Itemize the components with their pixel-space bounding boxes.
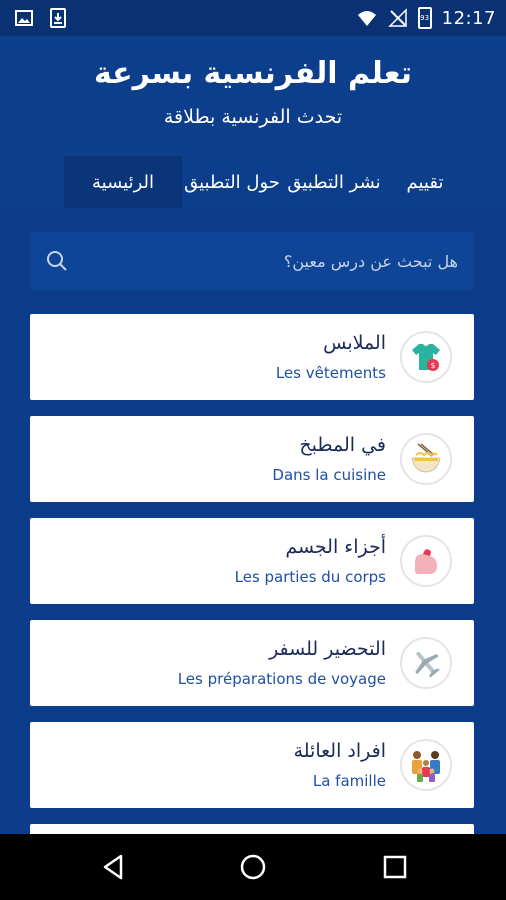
tab-bar: الرئيسية حول التطبيق نشر التطبيق تقييم [64, 156, 472, 208]
lesson-title-arabic: أجزاء الجسم [285, 536, 386, 558]
recents-icon[interactable] [380, 852, 410, 882]
app-subtitle: تحدث الفرنسية بطلاقة [163, 106, 343, 128]
lesson-title-french: Les parties du corps [234, 568, 386, 586]
svg-text:$: $ [430, 361, 435, 370]
search-bar[interactable] [30, 232, 474, 290]
lesson-card-family[interactable]: افراد العائلة La famille [30, 722, 474, 808]
airplane-icon [400, 637, 452, 689]
clothes-icon: $ [400, 331, 452, 383]
clock: 12:17 [441, 7, 496, 29]
wifi-icon [357, 11, 376, 26]
lesson-card-clothes[interactable]: $ الملابس Les vêtements [30, 314, 474, 400]
image-icon [15, 10, 33, 26]
status-bar: 93 12:17 [0, 0, 506, 36]
tab-home[interactable]: الرئيسية [64, 156, 182, 208]
back-icon[interactable] [99, 852, 129, 882]
lesson-card-kitchen[interactable]: في المطبخ Dans la cuisine [30, 416, 474, 502]
battery-icon: 93 [417, 7, 432, 29]
lesson-title-french: Les vêtements [275, 364, 386, 382]
lesson-title-arabic: افراد العائلة [293, 740, 386, 762]
lesson-title-arabic: الملابس [323, 332, 386, 354]
noodle-bowl-icon [400, 433, 452, 485]
lesson-card-partial[interactable] [30, 824, 474, 834]
lesson-title-french: Dans la cuisine [272, 466, 386, 484]
lesson-card-body-parts[interactable]: أجزاء الجسم Les parties du corps [30, 518, 474, 604]
no-signal-icon [387, 8, 407, 27]
download-icon [50, 8, 66, 28]
battery-level: 93 [420, 14, 430, 22]
arm-icon [400, 535, 452, 587]
tab-about[interactable]: حول التطبيق [182, 156, 282, 208]
app-title: تعلم الفرنسية بسرعة [93, 56, 413, 91]
lesson-title-arabic: التحضير للسفر [269, 638, 386, 660]
tab-rate[interactable]: تقييم [386, 156, 464, 208]
lesson-title-arabic: في المطبخ [299, 434, 386, 456]
app-header: تعلم الفرنسية بسرعة تحدث الفرنسية بطلاقة… [0, 36, 506, 208]
lesson-list-area: $ الملابس Les vêtements في المطبخ Dans l… [0, 208, 506, 834]
lesson-title-french: Les préparations de voyage [177, 670, 386, 688]
search-icon[interactable] [46, 250, 68, 272]
search-input[interactable] [88, 232, 458, 290]
lesson-title-french: La famille [312, 772, 386, 790]
tab-share[interactable]: نشر التطبيق [282, 156, 386, 208]
home-icon[interactable] [238, 852, 268, 882]
system-nav-bar [0, 834, 506, 900]
lesson-card-travel[interactable]: التحضير للسفر Les préparations de voyage [30, 620, 474, 706]
family-icon [400, 739, 452, 791]
